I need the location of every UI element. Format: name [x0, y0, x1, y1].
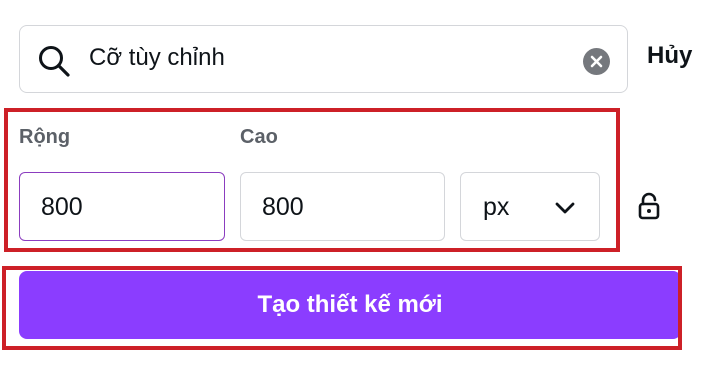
- clear-icon[interactable]: [583, 48, 610, 75]
- height-label: Cao: [240, 126, 278, 148]
- cancel-button[interactable]: Hủy: [647, 42, 692, 70]
- annotation-highlight-create-button: [2, 266, 682, 350]
- unit-value: px: [483, 193, 510, 221]
- search-icon: [39, 46, 70, 77]
- width-input[interactable]: 800: [19, 172, 225, 241]
- search-value: Cỡ tùy chỉnh: [89, 44, 225, 71]
- height-input[interactable]: 800: [240, 172, 445, 241]
- unlock-icon[interactable]: [636, 192, 662, 220]
- unit-select[interactable]: px: [460, 172, 600, 241]
- width-label: Rộng: [19, 126, 71, 148]
- search-input[interactable]: Cỡ tùy chỉnh: [19, 25, 628, 93]
- chevron-down-icon: [555, 202, 575, 214]
- width-value: 800: [41, 193, 83, 221]
- height-value: 800: [262, 193, 304, 221]
- custom-size-panel: Cỡ tùy chỉnh Hủy Rộng Cao 800 800 px Tạo…: [0, 0, 712, 376]
